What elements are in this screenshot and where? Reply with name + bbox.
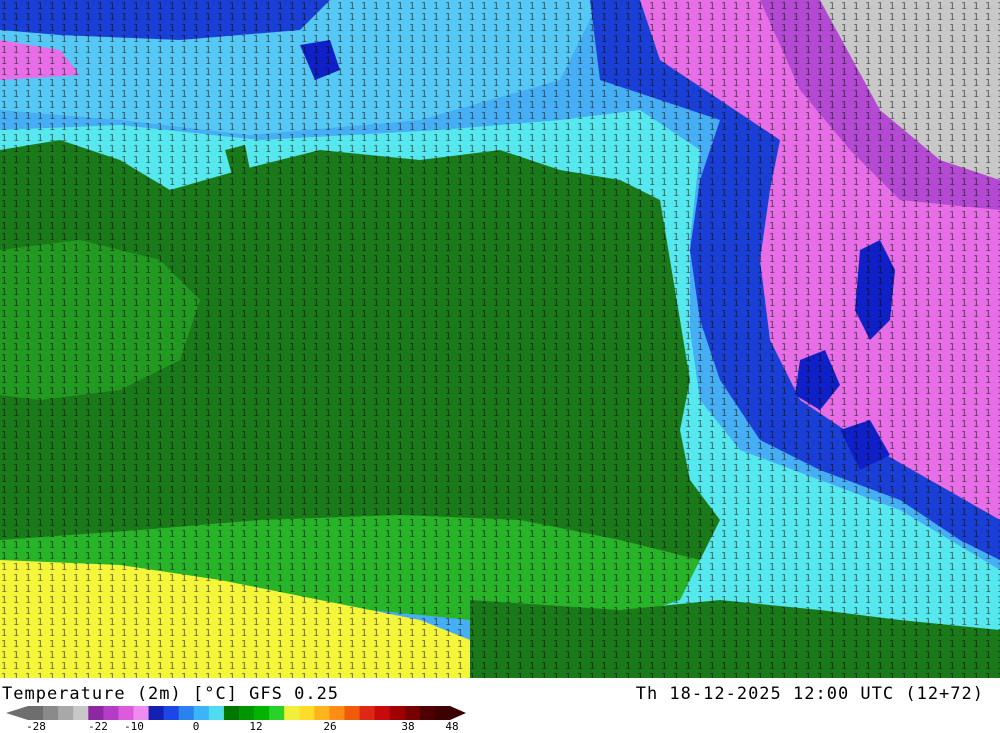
scale-swatch [118,706,134,720]
scale-swatch [223,706,240,720]
scale-swatch [299,706,315,720]
scale-swatch [58,706,74,720]
scale-swatch [389,706,406,720]
scale-swatch [254,706,270,720]
scale-tick-label: -28 [26,720,46,733]
scale-swatch [434,706,451,720]
scale-tick-label: 12 [249,720,263,733]
scale-swatch [178,706,195,720]
value-digits-overlay [0,0,1000,678]
scale-tick-label: -22 [88,720,108,733]
scale-swatch [314,706,330,720]
scale-swatch [344,706,361,720]
scale-tick-label: 48 [445,720,459,733]
map-canvas: 1 [0,0,1000,678]
scale-swatch [329,706,345,720]
color-scale [6,706,466,720]
scale-swatch [404,706,421,720]
temperature-map: 1 [0,0,1000,678]
scale-tick-label: 38 [401,720,415,733]
scale-swatch [73,706,89,720]
scale-swatch [193,706,210,720]
scale-swatch [359,706,376,720]
scale-tick-label: -10 [124,720,144,733]
scale-swatch [133,706,150,720]
map-footer: Temperature (2m) [°C] GFS 0.25 Th 18-12-… [0,678,1000,733]
valid-time: Th 18-12-2025 12:00 UTC (12+72) [635,684,984,704]
scale-swatch [284,706,300,720]
scale-swatch [374,706,391,720]
scale-arrow-high [450,706,466,720]
scale-tick-label: 26 [323,720,337,733]
scale-swatch [163,706,180,720]
scale-swatch [269,706,285,720]
scale-swatch [419,706,436,720]
scale-tick-label: 0 [192,720,200,733]
scale-swatch [103,706,119,720]
scale-swatch [43,706,59,720]
scale-swatch [239,706,255,720]
scale-swatch [28,706,44,720]
scale-swatch [148,706,165,720]
scale-swatch [208,706,225,720]
scale-swatch [88,706,104,720]
scale-arrow-low [6,706,28,720]
map-title: Temperature (2m) [°C] GFS 0.25 [2,684,340,704]
scale-ticks: -28 -22 -10 0 12 26 38 48 [0,720,470,733]
